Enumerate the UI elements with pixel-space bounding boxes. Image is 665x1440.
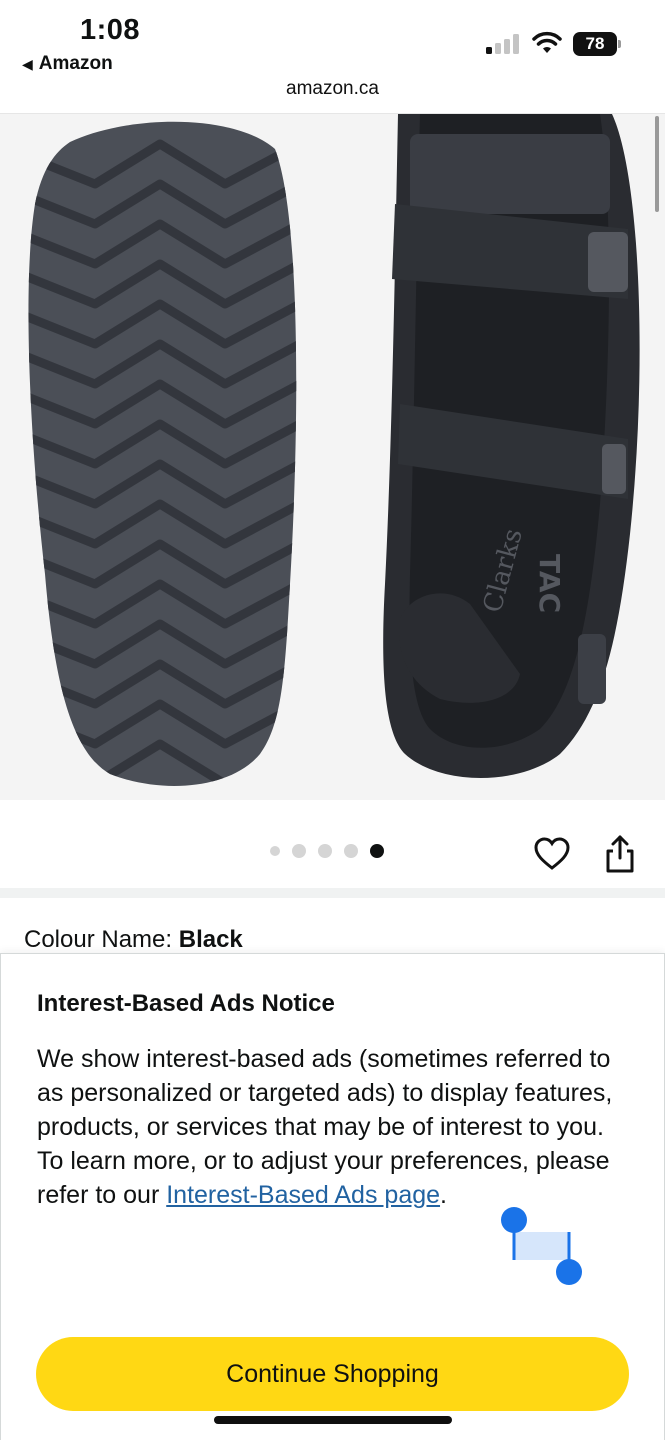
heart-icon[interactable] (533, 836, 571, 872)
product-image[interactable]: Clarks TAC (0, 114, 665, 800)
status-time: 1:08 (80, 14, 141, 46)
notice-body-end: . (440, 1181, 447, 1209)
url-bar[interactable]: amazon.ca (0, 78, 665, 114)
home-indicator[interactable] (214, 1416, 452, 1424)
back-triangle-icon: ◀ (22, 55, 33, 72)
notice-body: We show interest-based ads (sometimes re… (37, 1042, 627, 1212)
carousel-controls (0, 800, 665, 888)
wifi-icon (532, 31, 562, 53)
battery-icon: 78 (573, 32, 621, 56)
carousel-dot[interactable] (270, 846, 280, 856)
continue-shopping-button[interactable]: Continue Shopping (36, 1337, 629, 1411)
text-selection-handles[interactable] (498, 1206, 588, 1290)
carousel-dot[interactable] (344, 844, 358, 858)
carousel-dot-active[interactable] (370, 844, 384, 858)
svg-text:TAC: TAC (533, 554, 566, 613)
notice-title: Interest-Based Ads Notice (37, 990, 335, 1017)
back-app-label: Amazon (38, 53, 113, 74)
carousel-dot[interactable] (292, 844, 306, 858)
url-text: amazon.ca (286, 78, 379, 99)
page-scroll-indicator (655, 116, 659, 212)
battery-level: 78 (573, 32, 617, 56)
sandal-image: Clarks TAC (28, 114, 640, 786)
back-to-app-button[interactable]: ◀ Amazon (22, 53, 113, 75)
status-bar: 1:08 ◀ Amazon 78 (0, 0, 665, 80)
cellular-signal-icon (486, 34, 519, 54)
colour-label: Colour Name: (24, 926, 173, 953)
interest-ads-page-link[interactable]: Interest-Based Ads page (166, 1181, 440, 1209)
carousel-dot[interactable] (318, 844, 332, 858)
colour-name-row: Colour Name: Black (24, 926, 243, 954)
section-divider (0, 888, 665, 898)
colour-value: Black (178, 926, 243, 953)
carousel-dots[interactable] (270, 844, 384, 858)
share-icon[interactable] (603, 834, 637, 874)
